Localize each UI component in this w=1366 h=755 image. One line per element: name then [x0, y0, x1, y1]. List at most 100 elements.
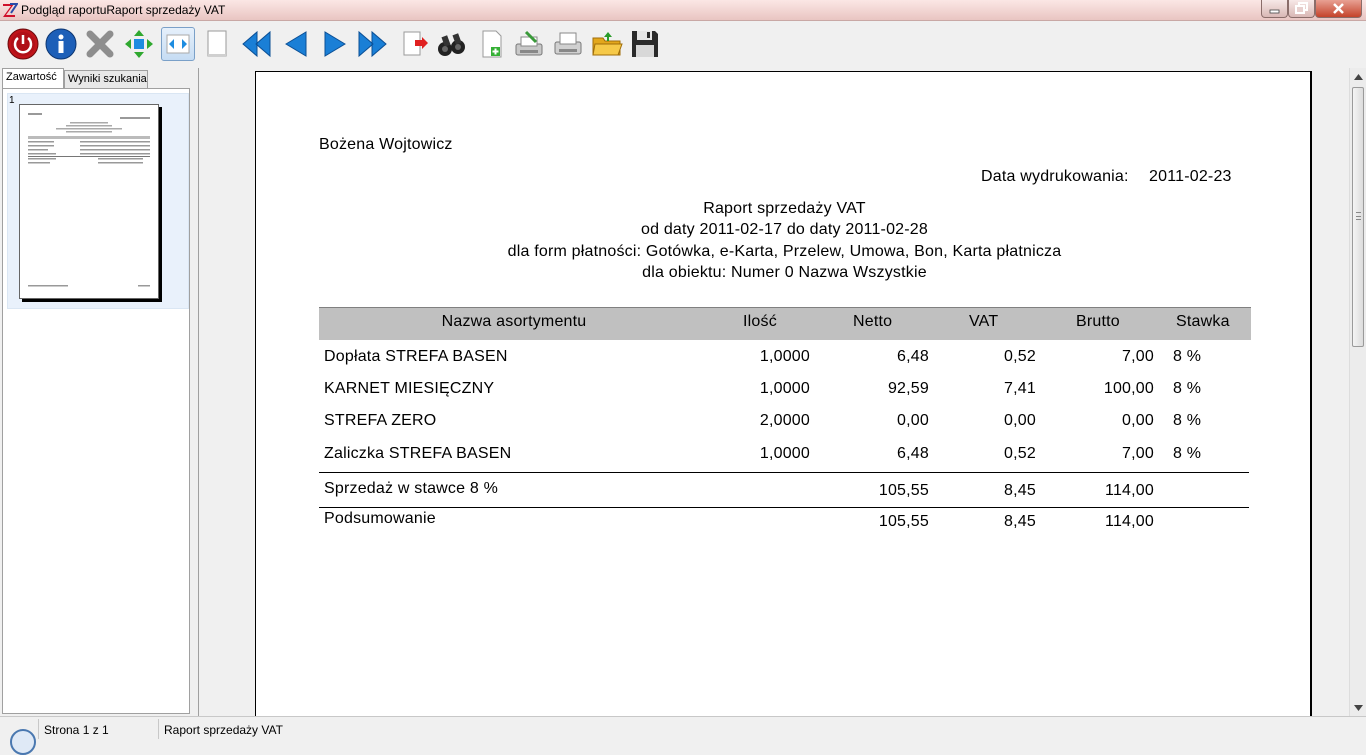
status-bar: Strona 1 z 1 Raport sprzedaży VAT [0, 716, 1366, 755]
page-thumbnail[interactable]: 1 [7, 93, 189, 309]
scroll-up-button[interactable] [1350, 68, 1366, 85]
close-window-button[interactable] [1315, 0, 1362, 18]
save-button[interactable] [628, 27, 662, 61]
scroll-down-button[interactable] [1350, 699, 1366, 716]
scrollbar-thumb[interactable] [1352, 87, 1364, 347]
left-panel: Zawartość Wyniki szukania 1 [0, 68, 196, 716]
row-net: 0,00 [897, 412, 929, 429]
arrow-down-icon [1353, 704, 1363, 711]
cancel-button[interactable] [83, 27, 117, 61]
info-button[interactable] [44, 27, 78, 61]
row-vat: 0,00 [1004, 412, 1036, 429]
last-page-icon [358, 30, 387, 58]
open-button[interactable] [590, 27, 624, 61]
fit-width-icon [166, 34, 190, 54]
subtotal-label: Sprzedaż w stawce 8 % [324, 480, 499, 497]
row-qty: 1,0000 [759, 348, 810, 365]
goto-page-button[interactable] [398, 27, 432, 61]
toolbar [0, 21, 1366, 68]
column-header-vat: VAT [969, 313, 999, 330]
column-header-name: Nazwa asortymentu [441, 313, 587, 330]
total-net: 105,55 [878, 513, 929, 530]
open-folder-icon [592, 32, 623, 56]
thumbnail-list: 1 [2, 88, 190, 714]
binoculars-icon [438, 33, 465, 56]
row-vat: 0,52 [1004, 348, 1036, 365]
arrow-up-icon [1353, 73, 1363, 80]
fit-width-button[interactable] [161, 27, 195, 61]
report-date-range: od daty 2011-02-17 do daty 2011-02-28 [640, 221, 929, 238]
row-qty: 1,0000 [759, 445, 810, 462]
row-net: 6,48 [897, 445, 929, 462]
status-report-name: Raport sprzedaży VAT [164, 723, 283, 737]
minimize-icon [1269, 9, 1280, 14]
app-logo-icon [3, 3, 18, 17]
row-name: Dopłata STREFA BASEN [324, 348, 508, 365]
search-button[interactable] [434, 27, 468, 61]
status-globe-icon [10, 729, 36, 755]
divider [319, 507, 1249, 508]
minimize-button[interactable] [1261, 0, 1288, 18]
save-icon [632, 31, 658, 57]
print-date-label: Data wydrukowania: [981, 168, 1129, 185]
print-button[interactable] [551, 27, 585, 61]
next-page-icon [324, 31, 346, 57]
close-icon [1333, 3, 1344, 14]
scrollbar-grip [1356, 212, 1361, 220]
prev-page-icon [285, 31, 307, 57]
restore-icon [1295, 2, 1308, 14]
new-page-button[interactable] [475, 27, 509, 61]
row-net: 6,48 [897, 348, 929, 365]
printer-icon [554, 32, 582, 55]
tab-contents[interactable]: Zawartość [2, 68, 64, 88]
print-setup-icon [515, 30, 543, 56]
thumbnail-page-number: 1 [9, 95, 15, 106]
row-gross: 100,00 [1103, 380, 1154, 397]
goto-page-icon [403, 31, 428, 56]
report-payment-forms: dla form płatności: Gotówka, e-Karta, Pr… [507, 243, 1062, 260]
row-rate: 8 % [1173, 348, 1202, 365]
column-header-rate: Stawka [1176, 313, 1230, 330]
row-rate: 8 % [1173, 445, 1202, 462]
print-setup-button[interactable] [512, 27, 546, 61]
total-gross: 114,00 [1105, 513, 1154, 530]
window-title: Podgląd raportuRaport sprzedaży VAT [21, 3, 226, 17]
vertical-scrollbar[interactable] [1349, 68, 1366, 716]
next-page-button[interactable] [318, 27, 352, 61]
title-bar: Podgląd raportuRaport sprzedaży VAT [0, 0, 1366, 21]
row-rate: 8 % [1173, 412, 1202, 429]
row-vat: 0,52 [1004, 445, 1036, 462]
fit-page-button[interactable] [122, 27, 156, 61]
row-gross: 7,00 [1122, 348, 1154, 365]
first-page-icon [242, 30, 271, 58]
divider [319, 472, 1249, 473]
report-user-name: Bożena Wojtowicz [319, 136, 453, 153]
restore-button[interactable] [1288, 0, 1315, 18]
thumbnail-page-preview [19, 104, 159, 299]
first-page-button[interactable] [240, 27, 274, 61]
tab-search-results[interactable]: Wyniki szukania [64, 70, 148, 88]
column-header-qty: Ilość [743, 313, 777, 330]
status-page-indicator: Strona 1 z 1 [44, 723, 109, 737]
power-button[interactable] [6, 27, 40, 61]
status-divider [38, 719, 39, 739]
row-name: STREFA ZERO [324, 412, 437, 429]
prev-page-button[interactable] [279, 27, 313, 61]
report-title: Raport sprzedaży VAT [703, 200, 866, 217]
total-label: Podsumowanie [324, 510, 436, 527]
row-net: 92,59 [887, 380, 929, 397]
power-icon [7, 28, 39, 60]
subtotal-net: 105,55 [878, 482, 929, 499]
last-page-button[interactable] [355, 27, 389, 61]
page-view-button[interactable] [200, 27, 234, 61]
subtotal-gross: 114,00 [1105, 482, 1154, 499]
info-icon [45, 28, 77, 60]
report-viewer[interactable]: Bożena Wojtowicz Data wydrukowania: 2011… [198, 68, 1350, 731]
row-gross: 7,00 [1122, 445, 1154, 462]
column-header-net: Netto [853, 313, 893, 330]
print-date-value: 2011-02-23 [1149, 168, 1232, 185]
report-page: Bożena Wojtowicz Data wydrukowania: 2011… [255, 71, 1312, 731]
total-vat: 8,45 [1004, 513, 1036, 530]
page-icon [207, 30, 227, 57]
close-x-icon [86, 30, 114, 58]
